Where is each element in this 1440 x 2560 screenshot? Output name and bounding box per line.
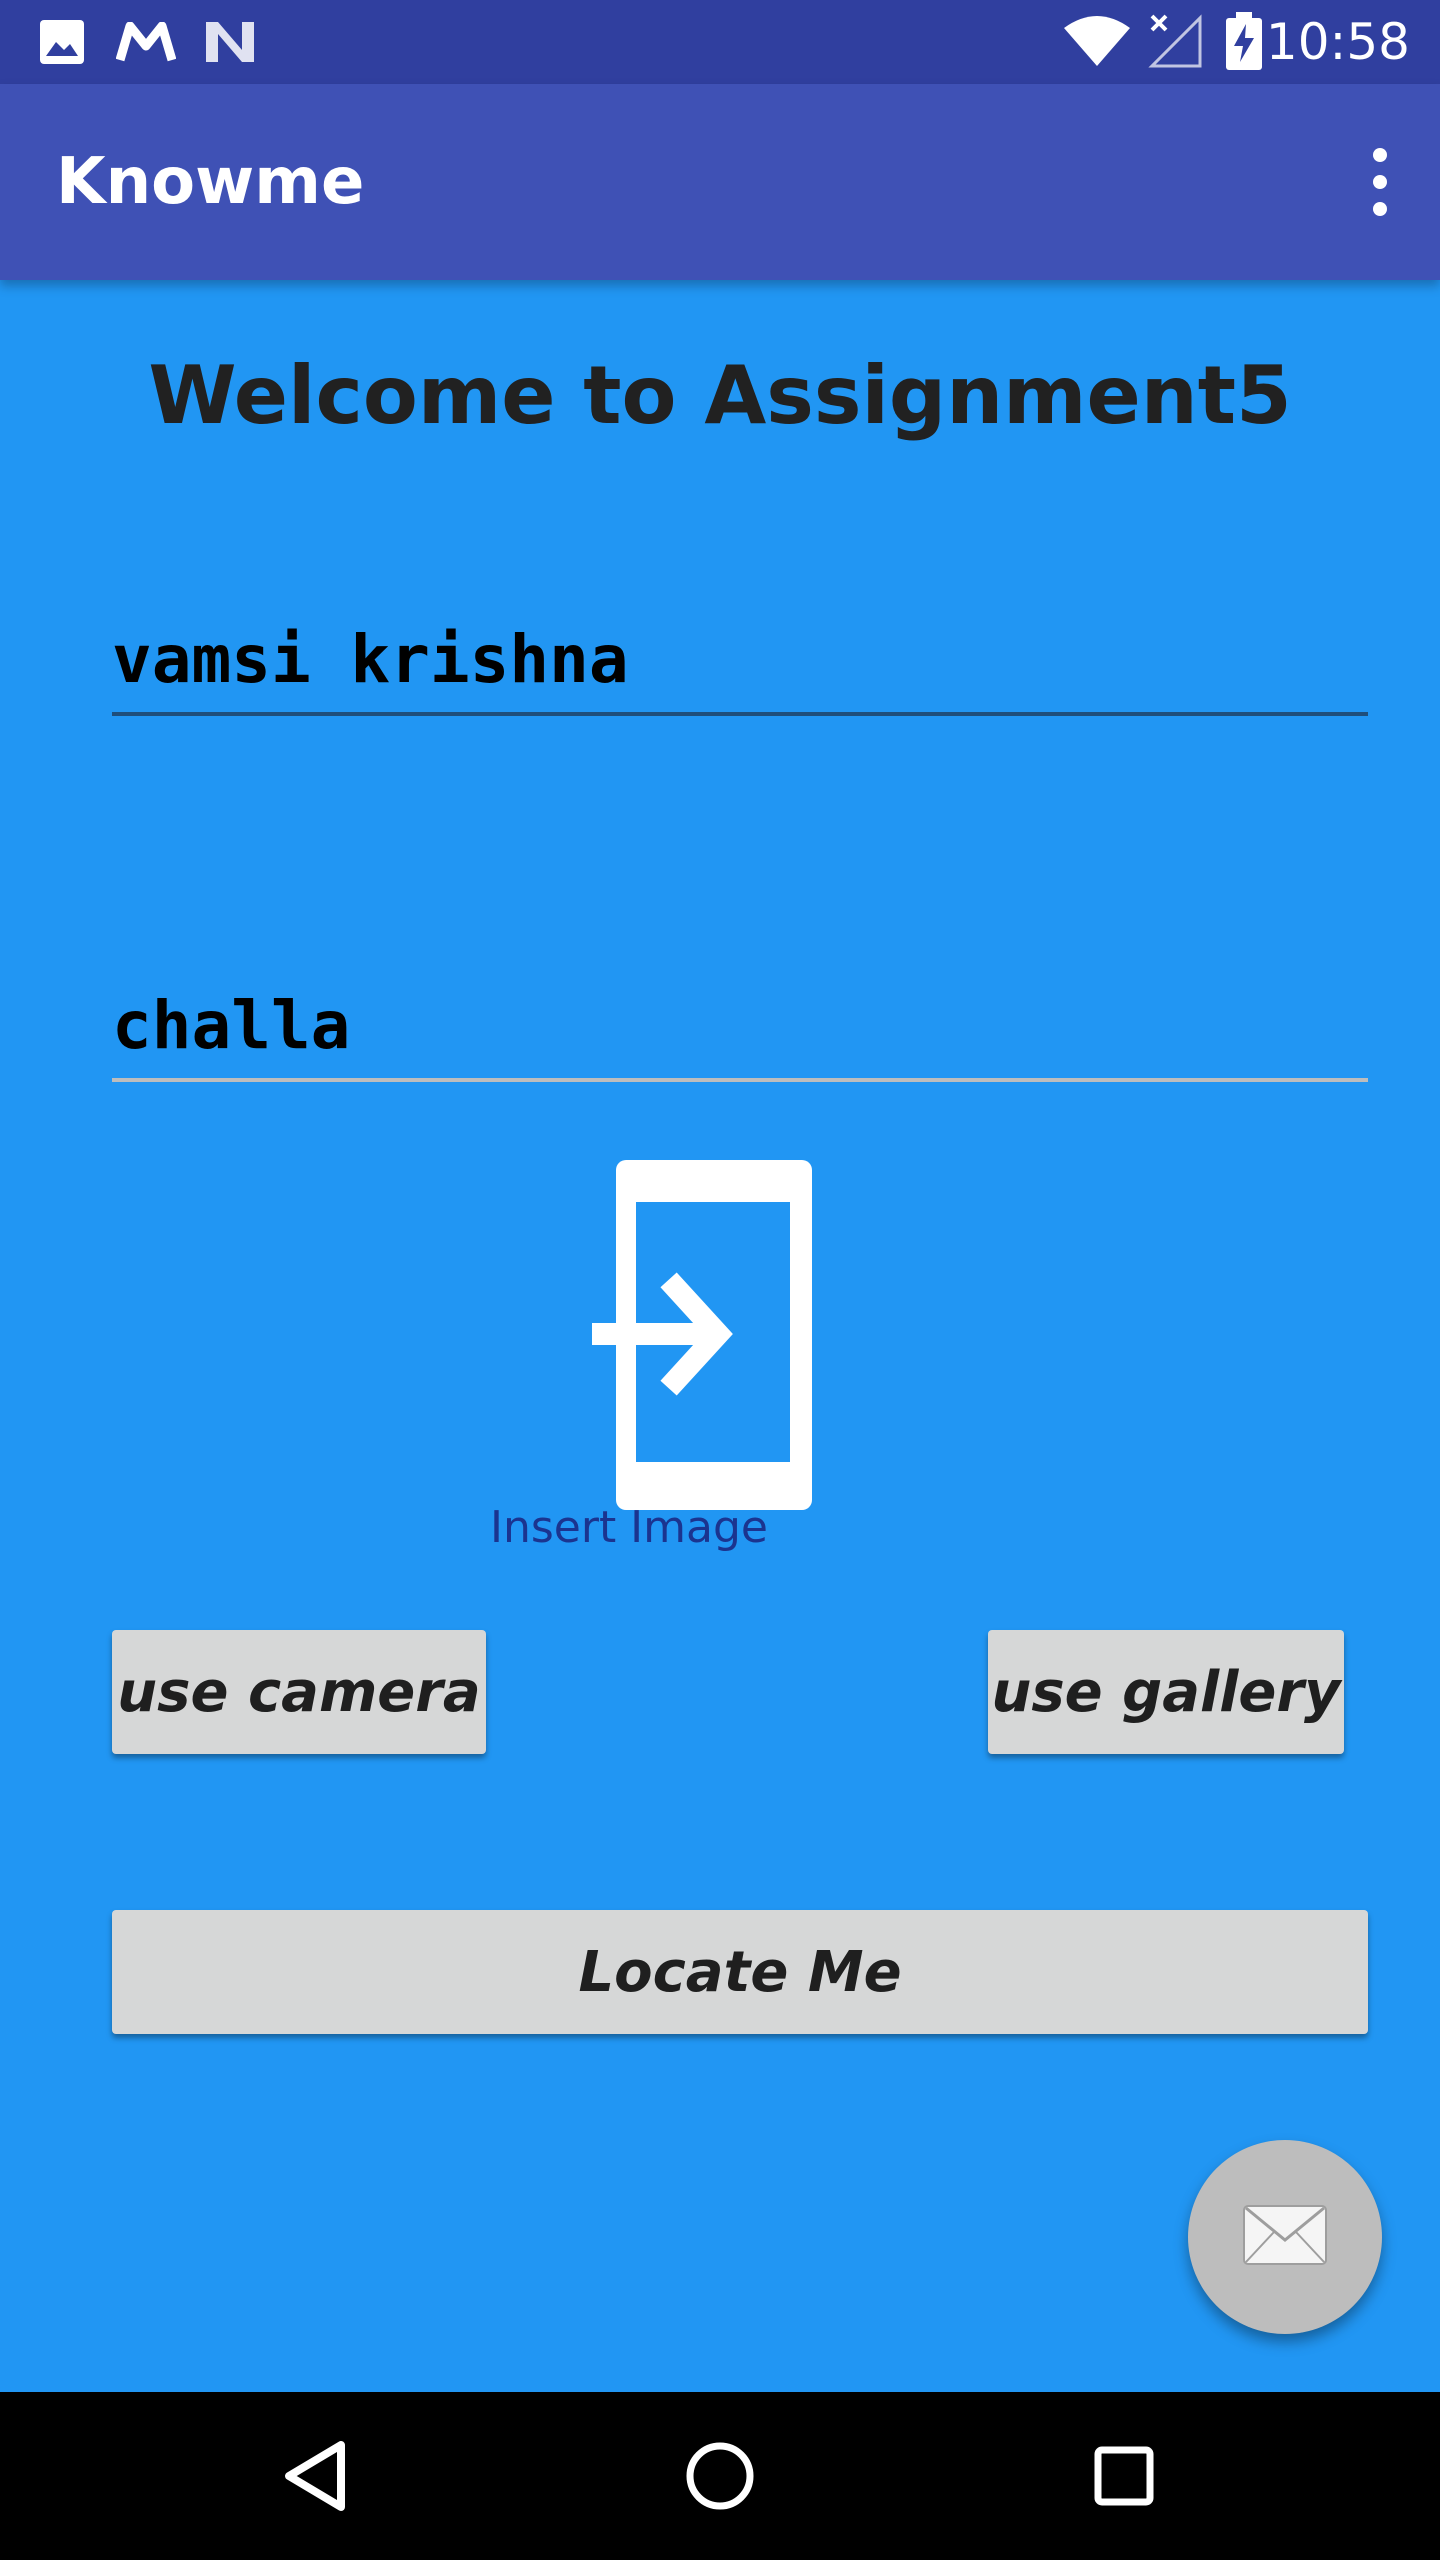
battery-charging-icon [1226, 12, 1262, 74]
envelope-icon [1242, 2204, 1328, 2270]
locate-me-button[interactable]: Locate Me [112, 1910, 1368, 2034]
wifi-icon [1062, 14, 1132, 72]
image-icon [38, 18, 86, 70]
first-name-field[interactable]: vamsi krishna [112, 616, 1368, 716]
use-gallery-button[interactable]: use gallery [988, 1630, 1344, 1754]
screen: 10:58 Knowme Welcome to Assignment5 vams… [0, 0, 1440, 2560]
home-icon[interactable] [670, 2426, 770, 2526]
first-name-value[interactable]: vamsi krishna [112, 620, 629, 700]
field-underline [112, 1078, 1368, 1082]
recents-icon[interactable] [1074, 2426, 1174, 2526]
back-icon[interactable] [266, 2426, 366, 2526]
status-bar: 10:58 [0, 0, 1440, 84]
gmail-m-icon [115, 21, 177, 66]
last-name-field[interactable]: challa [112, 982, 1368, 1082]
email-fab[interactable] [1188, 2140, 1382, 2334]
app-bar: Knowme [0, 84, 1440, 280]
use-camera-button[interactable]: use camera [112, 1630, 486, 1754]
insert-image-label: Insert Image [490, 1502, 768, 1553]
status-time: 10:58 [1265, 13, 1410, 71]
more-vert-icon[interactable] [1320, 124, 1440, 240]
navigation-bar [0, 2392, 1440, 2560]
no-signal-icon [1148, 12, 1202, 72]
insert-image-icon[interactable] [580, 1150, 820, 1520]
last-name-value[interactable]: challa [112, 986, 350, 1066]
n-icon [204, 20, 256, 68]
welcome-heading: Welcome to Assignment5 [148, 349, 1292, 442]
app-title: Knowme [56, 145, 365, 219]
field-underline [112, 712, 1368, 716]
